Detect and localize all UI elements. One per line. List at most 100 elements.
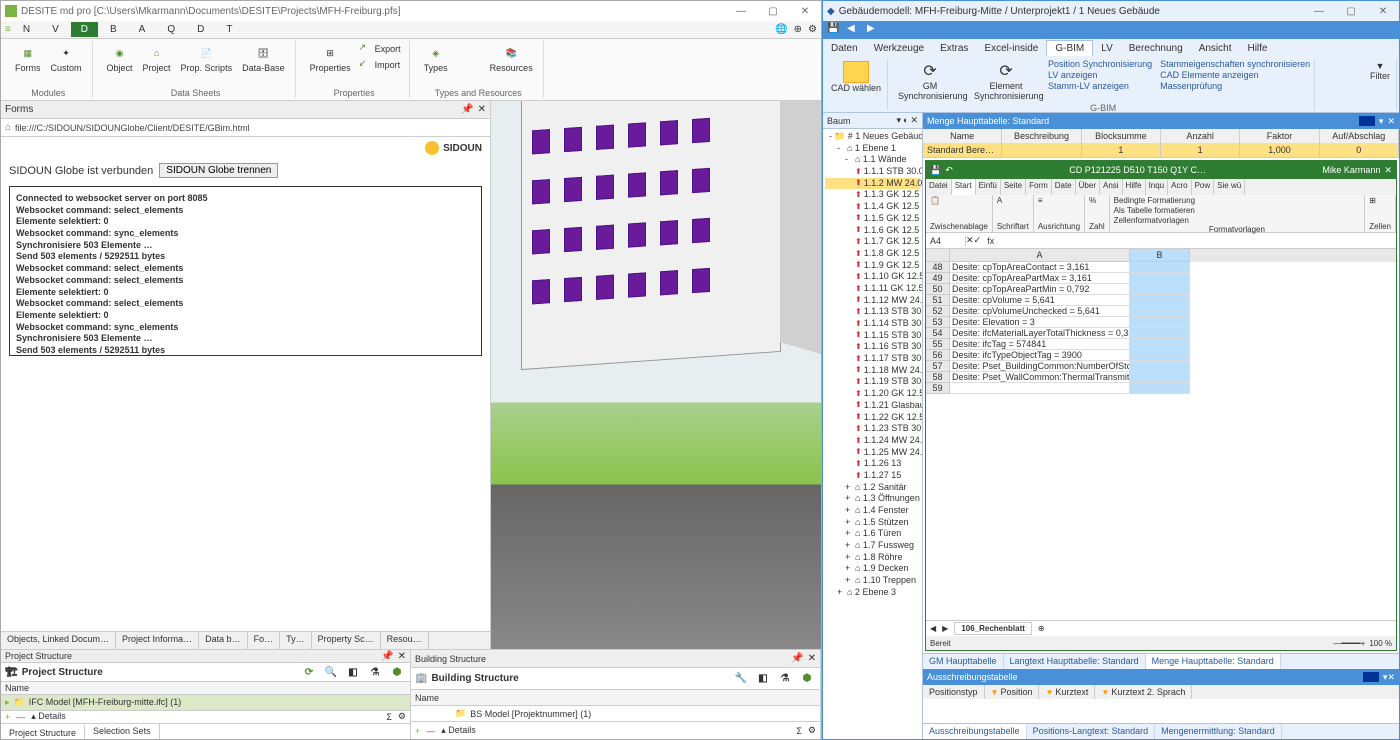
bottom-tab[interactable]: Property Sc…	[312, 632, 381, 649]
tree-item[interactable]: ⬆1.1.17 STB 30.0…	[825, 353, 920, 365]
menge-col[interactable]: Faktor	[1240, 129, 1319, 143]
cad-button[interactable]: CAD wählen	[829, 59, 883, 95]
close-icon[interactable]: ✕	[1387, 116, 1395, 127]
menge-col[interactable]: Auf/Abschlag	[1320, 129, 1399, 143]
aussch-col[interactable]: ▼Kurztext	[1039, 685, 1095, 699]
maximize-button[interactable]: ▢	[1339, 6, 1363, 17]
minimize-button[interactable]: —	[1307, 6, 1331, 17]
aussch-col[interactable]: ▼Kurztext 2. Sprach	[1095, 685, 1192, 699]
bottom-tab[interactable]: Ty…	[280, 632, 312, 649]
url-text[interactable]: file:///C:/SIDOUN/SIDOUNGlobe/Client/DES…	[15, 123, 250, 133]
menu-Excel-inside[interactable]: Excel-inside	[976, 41, 1046, 56]
bs-model-row[interactable]: 📁 BS Model [Projektnummer] (1)	[411, 706, 820, 721]
import-button[interactable]: ↙Import	[357, 57, 403, 73]
tree-item[interactable]: ⬆1.1.22 GK 12.5	[825, 412, 920, 424]
3d-viewport[interactable]	[491, 101, 821, 649]
tab-selection-sets[interactable]: Selection Sets	[85, 724, 160, 739]
tab-n[interactable]: N	[13, 22, 40, 37]
ribbon-link[interactable]: Stamm-LV anzeigen	[1048, 81, 1152, 91]
menu-LV[interactable]: LV	[1093, 41, 1121, 56]
maximize-button[interactable]: ▢	[761, 6, 785, 17]
tree-item[interactable]: ⬆1.1.12 MW 24.0…	[825, 295, 920, 307]
forms-button[interactable]: ▦Forms	[11, 41, 45, 75]
menu-Daten[interactable]: Daten	[823, 41, 866, 56]
excel-tab-Hilfe[interactable]: Hilfe	[1123, 179, 1146, 195]
globe-icon[interactable]: 🌐	[775, 24, 787, 35]
tree-item[interactable]: ⬆1.1.7 GK 12.5	[825, 236, 920, 248]
add-sheet-icon[interactable]: ⊕	[1038, 624, 1045, 633]
tab-q[interactable]: Q	[157, 22, 185, 37]
close-icon[interactable]: ✕	[910, 115, 918, 126]
excel-tab-Start[interactable]: Start	[952, 179, 976, 195]
filter-icon[interactable]: ⚗	[366, 663, 384, 681]
ifc-model-row[interactable]: ▸📁 IFC Model [MFH-Freiburg-mitte.ifc] (1…	[1, 695, 410, 710]
gm-sync-button[interactable]: ⟳GM Synchronisierung	[896, 59, 964, 103]
ribbon-link[interactable]: Stammeigenschaften synchronisieren	[1160, 59, 1310, 69]
tree-item[interactable]: +⌂ 1.10 Treppen	[825, 575, 920, 587]
forward-icon[interactable]: ▶	[867, 23, 881, 37]
tab-b[interactable]: B	[100, 22, 127, 37]
tree-item[interactable]: ⬆1.1.10 GK 12.5	[825, 271, 920, 283]
tree-item[interactable]: +⌂ 1.8 Röhre	[825, 552, 920, 564]
excel-tab-Pow[interactable]: Pow	[1192, 179, 1215, 195]
pin-icon[interactable]: 📌	[381, 651, 393, 662]
cube-icon[interactable]: ⬢	[798, 670, 816, 688]
tree-view[interactable]: -📁 # 1 Neues Gebäude-⌂ 1 Ebene 1-⌂ 1.1 W…	[823, 129, 922, 739]
ribbon-link[interactable]: Position Synchronisierung	[1048, 59, 1152, 69]
close-panel-icon[interactable]: ✕	[478, 104, 486, 115]
sub-tab[interactable]: Positions-Langtext: Standard	[1027, 724, 1156, 739]
tree-item[interactable]: ⬆1.1.25 MW 24.0…	[825, 447, 920, 459]
tree-item[interactable]: +⌂ 1.7 Fussweg	[825, 540, 920, 552]
add-icon[interactable]: +	[415, 726, 420, 736]
tree-item[interactable]: ⬆1.1.4 GK 12.5	[825, 201, 920, 213]
object-button[interactable]: ◉Object	[103, 41, 137, 75]
excel-tab-Acro[interactable]: Acro	[1168, 179, 1191, 195]
bottom-tab[interactable]: Objects, Linked Docum…	[1, 632, 116, 649]
tree-item[interactable]: ⬆1.1.18 MW 24.0…	[825, 365, 920, 377]
excel-tab-Datei[interactable]: Datei	[926, 179, 952, 195]
cell-reference[interactable]: A4	[926, 236, 966, 246]
scripts-button[interactable]: 📄Prop. Scripts	[177, 41, 237, 75]
details-toggle[interactable]: ▴ Details	[441, 725, 476, 736]
tree-item[interactable]: ⬆1.1.19 STB 30.0…	[825, 376, 920, 388]
tree-item[interactable]: ⬆1.1.26 13	[825, 458, 920, 470]
database-button[interactable]: 🗄Data-Base	[238, 41, 289, 75]
tree-item[interactable]: +⌂ 1.5 Stützen	[825, 517, 920, 529]
sub-tab[interactable]: Menge Haupttabelle: Standard	[1146, 654, 1281, 669]
tab-a[interactable]: A	[129, 22, 156, 37]
ribbon-link[interactable]: CAD Elemente anzeigen	[1160, 70, 1310, 80]
fx-label[interactable]: fx	[981, 236, 1000, 246]
bottom-tab[interactable]: Fo…	[248, 632, 281, 649]
sub-tab[interactable]: Langtext Haupttabelle: Standard	[1004, 654, 1146, 669]
excel-tab-Inqu[interactable]: Inqu	[1146, 179, 1169, 195]
sync-icon[interactable]: ⟳	[300, 663, 318, 681]
home-icon[interactable]: ⌂	[5, 122, 11, 133]
disconnect-button[interactable]: SIDOUN Globe trennen	[159, 163, 278, 178]
excel-tab-Date[interactable]: Date	[1052, 179, 1076, 195]
tree-item[interactable]: ⬆1.1.15 STB 30.0…	[825, 330, 920, 342]
remove-icon[interactable]: —	[426, 726, 435, 736]
tree-item[interactable]: ⬆1.1.1 STB 30.0 -…	[825, 166, 920, 178]
tree-item[interactable]: ⬆1.1.24 MW 24.0…	[825, 435, 920, 447]
toggle-icon[interactable]: ⊕	[794, 24, 802, 35]
tab-d-active[interactable]: D	[71, 22, 98, 37]
settings-icon[interactable]: ⚙	[808, 24, 817, 35]
close-button[interactable]: ✕	[793, 6, 817, 17]
tree-item[interactable]: ⬆1.1.5 GK 12.5	[825, 213, 920, 225]
save-icon[interactable]: 💾	[827, 23, 841, 37]
isolate-icon[interactable]: ◧	[754, 670, 772, 688]
menu-Extras[interactable]: Extras	[932, 41, 976, 56]
menge-col[interactable]: Beschreibung	[1002, 129, 1081, 143]
menu-Ansicht[interactable]: Ansicht	[1191, 41, 1240, 56]
ribbon-link[interactable]: LV anzeigen	[1048, 70, 1152, 80]
details-toggle[interactable]: ▴ Details	[31, 711, 66, 722]
ausschreibung-body[interactable]	[923, 699, 1399, 723]
resources-button[interactable]: 📚Resources	[486, 41, 537, 75]
close-icon[interactable]: ✕	[1384, 165, 1392, 176]
close-button[interactable]: ✕	[1371, 6, 1395, 17]
add-icon[interactable]: +	[5, 712, 10, 722]
sub-tab[interactable]: GM Haupttabelle	[923, 654, 1004, 669]
tree-item[interactable]: ⬆1.1.8 GK 12.5	[825, 248, 920, 260]
tree-item[interactable]: ⬆1.1.9 GK 12.5	[825, 260, 920, 272]
excel-tab-Form[interactable]: Form	[1026, 179, 1052, 195]
